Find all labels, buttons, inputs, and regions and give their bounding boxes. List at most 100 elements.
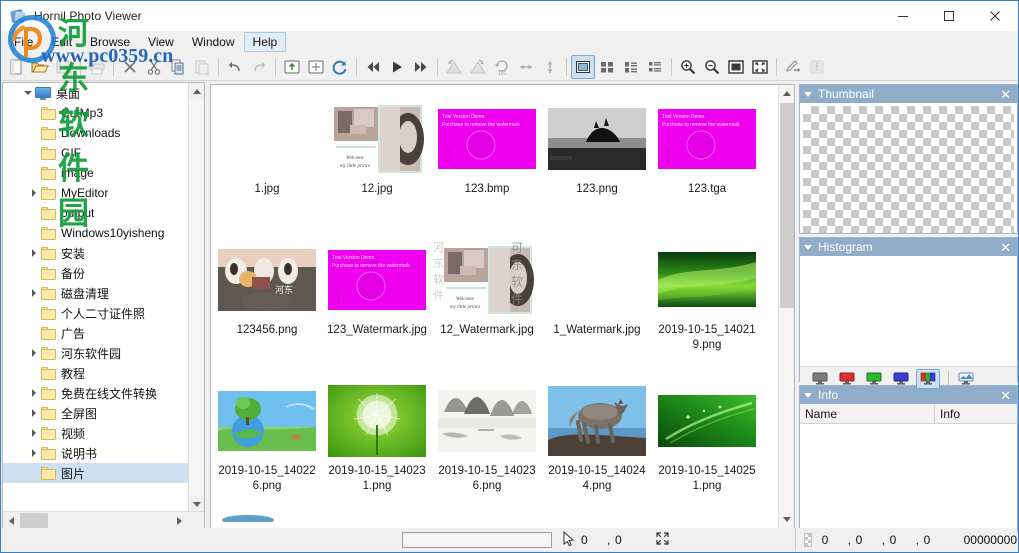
collapse-caret-icon[interactable]	[804, 392, 812, 398]
view-tiles-icon[interactable]	[595, 55, 619, 79]
tree-item-beifen[interactable]: 备份	[3, 263, 189, 283]
tree-item-gif[interactable]: GIF	[3, 143, 189, 163]
tree-item-downloads[interactable]: Downloads	[3, 123, 189, 143]
thumbnail-item-selected[interactable]: Welcome my little prince 12.jpg	[325, 91, 429, 232]
view-thumbnail-icon[interactable]	[571, 54, 595, 79]
thumbnail-item[interactable]: 2019-10-15_140231.png	[325, 373, 429, 514]
thumbnail-item[interactable]: Trial Version Demo. Purchase to remove t…	[435, 91, 539, 232]
channel-green[interactable]	[862, 369, 886, 389]
channel-rgb[interactable]	[916, 368, 940, 389]
tree-item-anzhuang[interactable]: 安装	[3, 243, 189, 263]
tree-item-jiaocheng[interactable]: 教程	[3, 363, 189, 383]
flip-horizontal-icon[interactable]	[514, 55, 538, 79]
rotate-right-icon[interactable]	[466, 55, 490, 79]
thumbnail-item[interactable]: 2019-10-15_140244.png	[545, 373, 649, 514]
scroll-thumb[interactable]	[20, 513, 48, 528]
tree-item-hedongruanjianyuan[interactable]: 河东软件园	[3, 343, 189, 363]
thumbnail-panel-header[interactable]: Thumbnail ✕	[800, 85, 1017, 103]
tree-expander-icon[interactable]	[27, 283, 41, 303]
tree-expander-icon[interactable]	[27, 183, 41, 203]
first-image-icon[interactable]	[361, 55, 385, 79]
tree-item-myeditor[interactable]: MyEditor	[3, 183, 189, 203]
tree-expander-icon[interactable]	[27, 243, 41, 263]
info-column-name[interactable]: Name	[800, 404, 935, 423]
edit-image-icon[interactable]	[781, 55, 805, 79]
info-panel-header[interactable]: Info ✕	[800, 386, 1017, 404]
tree-expander-open-icon[interactable]	[21, 83, 35, 103]
view-list-icon[interactable]	[619, 55, 643, 79]
undo-icon[interactable]	[223, 55, 247, 79]
redo-icon[interactable]	[247, 55, 271, 79]
expand-icon[interactable]	[655, 531, 670, 549]
tree-item-image[interactable]: image	[3, 163, 189, 183]
tree-item-guanggao[interactable]: 广告	[3, 323, 189, 343]
menu-edit[interactable]: Edit	[42, 32, 81, 52]
close-icon[interactable]: ✕	[1000, 88, 1013, 101]
tree-item-cipanqingli[interactable]: 磁盘清理	[3, 283, 189, 303]
fit-to-window-icon[interactable]	[724, 55, 748, 79]
cut-icon[interactable]	[142, 55, 166, 79]
tree-expander-icon[interactable]	[27, 443, 41, 463]
last-image-icon[interactable]	[409, 55, 433, 79]
delete-icon[interactable]	[118, 55, 142, 79]
tree-horizontal-scrollbar[interactable]	[3, 511, 204, 528]
collapse-caret-icon[interactable]	[804, 91, 812, 97]
new-icon[interactable]	[4, 55, 28, 79]
thumbnail-item[interactable]: 2019-10-15_140226.png	[215, 373, 319, 514]
tree-item-mianfeizaixian[interactable]: 免费在线文件转换	[3, 383, 189, 403]
open-folder-icon[interactable]	[28, 55, 52, 79]
tree-item-cutmp3[interactable]: CutMp3	[3, 103, 189, 123]
thumbnail-item[interactable]: Trial Version Demo. Purchase to remove t…	[325, 232, 429, 373]
tree-vertical-scrollbar[interactable]	[188, 83, 204, 513]
thumbnail-item[interactable]	[215, 514, 319, 528]
menu-help[interactable]: Help	[243, 32, 287, 52]
rotate-left-icon[interactable]	[442, 55, 466, 79]
print-icon[interactable]	[85, 55, 109, 79]
scroll-up-button[interactable]	[189, 83, 204, 100]
browser-vertical-scrollbar[interactable]	[778, 85, 794, 528]
thumbnail-item[interactable]: 1_Watermark.jpg	[545, 232, 649, 373]
tree-item-output[interactable]: output	[3, 203, 189, 223]
new-folder-icon[interactable]	[304, 55, 328, 79]
copy-icon[interactable]	[166, 55, 190, 79]
thumbnail-item[interactable]: 河东 123456.png	[215, 232, 319, 373]
menu-view[interactable]: View	[139, 32, 183, 52]
close-icon[interactable]: ✕	[1000, 389, 1013, 402]
parent-folder-icon[interactable]	[280, 55, 304, 79]
info-column-info[interactable]: Info	[935, 404, 1017, 423]
tree-item-desktop[interactable]: 桌面	[3, 83, 189, 103]
tree-item-shuomingshu[interactable]: 说明书	[3, 443, 189, 463]
thumbnail-item[interactable]: 2019-10-15_140236.png	[435, 373, 539, 514]
collapse-caret-icon[interactable]	[804, 244, 812, 250]
tree-item-gerenzhengjianzhao[interactable]: 个人二寸证件照	[3, 303, 189, 323]
channel-blue[interactable]	[889, 369, 913, 389]
tree-item-shipin[interactable]: 视频	[3, 423, 189, 443]
tree-expander-icon[interactable]	[27, 423, 41, 443]
thumbnail-item[interactable]: 2019-10-15_140251.png	[655, 373, 759, 514]
tree-expander-icon[interactable]	[27, 383, 41, 403]
menu-browse[interactable]: Browse	[81, 32, 139, 52]
close-button[interactable]	[972, 1, 1018, 31]
play-slideshow-icon[interactable]	[385, 55, 409, 79]
view-details-icon[interactable]	[643, 55, 667, 79]
channel-red[interactable]	[835, 369, 859, 389]
scroll-left-button[interactable]	[3, 512, 20, 528]
refresh-icon[interactable]	[328, 55, 352, 79]
tree-item-windows10yisheng[interactable]: Windows10yisheng	[3, 223, 189, 243]
zoom-out-icon[interactable]	[700, 55, 724, 79]
tree-expander-icon[interactable]	[27, 343, 41, 363]
menu-window[interactable]: Window	[183, 32, 244, 52]
paste-icon[interactable]	[190, 55, 214, 79]
channel-gray[interactable]	[808, 369, 832, 389]
thumbnail-browser[interactable]: 1.jpg Welcome my little prince 12.jpg Tr…	[210, 84, 795, 529]
full-screen-icon[interactable]	[748, 55, 772, 79]
scroll-right-button[interactable]	[171, 512, 188, 528]
channel-luminance[interactable]	[954, 369, 978, 389]
scroll-down-button[interactable]	[779, 511, 794, 528]
thumbnail-item[interactable]: 1.jpg	[215, 91, 319, 232]
tree-item-quanpingtu[interactable]: 全屏图	[3, 403, 189, 423]
share-facebook-icon[interactable]	[805, 55, 829, 79]
close-icon[interactable]: ✕	[1000, 241, 1013, 254]
scroll-up-button[interactable]	[779, 85, 794, 102]
histogram-panel-header[interactable]: Histogram ✕	[800, 238, 1017, 256]
